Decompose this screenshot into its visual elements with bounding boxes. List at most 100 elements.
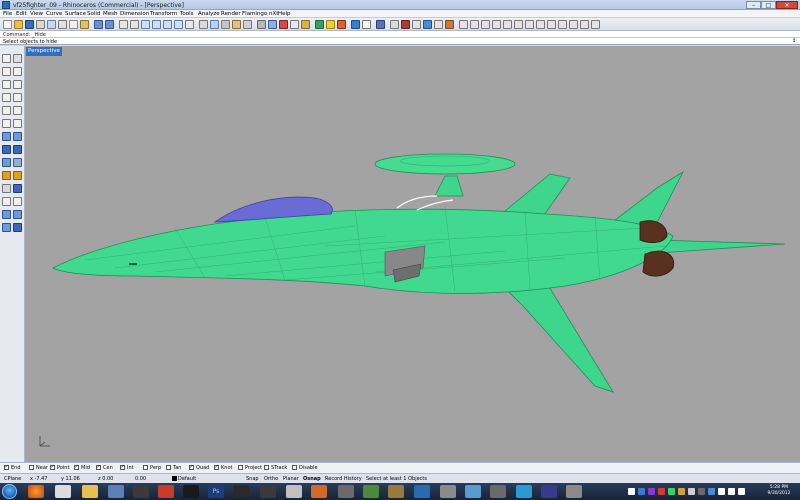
tray-antivirus-icon[interactable] xyxy=(658,488,665,495)
minimize-button[interactable]: – xyxy=(746,1,761,9)
perspective-viewport[interactable]: Perspective xyxy=(25,46,800,462)
menu-surface[interactable]: Surface xyxy=(65,11,86,17)
menu-solid[interactable]: Solid xyxy=(87,11,100,17)
import-icon[interactable] xyxy=(47,20,56,29)
boolean-difference-icon[interactable] xyxy=(13,171,22,180)
circle-icon[interactable] xyxy=(2,93,11,102)
curve-tool-icon[interactable] xyxy=(459,20,468,29)
photoshop-taskbar-icon[interactable]: Ps xyxy=(208,485,224,498)
tray-app-icon-6[interactable] xyxy=(708,488,715,495)
mirror-icon[interactable] xyxy=(2,223,11,232)
grid-icon[interactable] xyxy=(210,20,219,29)
powerpoint-taskbar-icon[interactable] xyxy=(311,485,327,498)
tray-app-icon-3[interactable] xyxy=(678,488,685,495)
zoom-extents-icon[interactable] xyxy=(163,20,172,29)
render-icon[interactable] xyxy=(279,20,288,29)
status-planar[interactable]: Planar xyxy=(283,476,299,482)
point-icon[interactable] xyxy=(13,54,22,63)
open-folder-icon[interactable] xyxy=(14,20,23,29)
osnap-near[interactable]: Near xyxy=(29,465,48,472)
join-icon[interactable] xyxy=(13,223,22,232)
paste-icon[interactable] xyxy=(80,20,89,29)
ghosted-icon[interactable] xyxy=(290,20,299,29)
osnap-strack-checkbox[interactable] xyxy=(264,465,269,470)
explorer-taskbar-icon[interactable] xyxy=(82,485,98,498)
copy-object-icon[interactable] xyxy=(13,197,22,206)
menu-transform[interactable]: Transform xyxy=(150,11,177,17)
scale-icon[interactable] xyxy=(13,210,22,219)
text-icon[interactable] xyxy=(13,184,22,193)
boolean-tool-icon[interactable] xyxy=(558,20,567,29)
line-icon[interactable] xyxy=(2,67,11,76)
app-taskbar-icon-9[interactable] xyxy=(490,485,506,498)
osnap-cen-checkbox[interactable] xyxy=(96,464,101,471)
options-icon[interactable] xyxy=(362,20,371,29)
app-taskbar-icon-6[interactable] xyxy=(414,485,430,498)
set-view-icon[interactable] xyxy=(243,20,252,29)
osnap-project[interactable]: Project xyxy=(238,465,262,472)
dimension-icon[interactable] xyxy=(2,184,11,193)
mirror-tool-icon[interactable] xyxy=(547,20,556,29)
maya-taskbar-icon[interactable] xyxy=(183,485,199,498)
split-tool-icon[interactable] xyxy=(591,20,600,29)
rotate-view-icon[interactable] xyxy=(130,20,139,29)
aircraft-model[interactable] xyxy=(25,46,800,462)
tray-app-icon-5[interactable] xyxy=(698,488,705,495)
ellipse-icon[interactable] xyxy=(13,106,22,115)
fuselage[interactable] xyxy=(52,208,674,294)
battery-icon[interactable] xyxy=(728,488,735,495)
app-taskbar-icon-3[interactable] xyxy=(286,485,302,498)
copy-icon[interactable] xyxy=(69,20,78,29)
osnap-mid-checkbox[interactable] xyxy=(74,464,79,471)
menu-mesh[interactable]: Mesh xyxy=(103,11,117,17)
flamingo-render-icon[interactable] xyxy=(390,20,399,29)
surface-tool-icon[interactable] xyxy=(470,20,479,29)
save-icon[interactable] xyxy=(25,20,34,29)
zbrush-taskbar-icon[interactable] xyxy=(133,485,149,498)
menu-dimension[interactable]: Dimension xyxy=(120,11,149,17)
flamingo-editor-icon[interactable] xyxy=(401,20,410,29)
osnap-project-checkbox[interactable] xyxy=(238,465,243,470)
solid-tool-icon[interactable] xyxy=(481,20,490,29)
sketch-taskbar-icon[interactable] xyxy=(158,485,174,498)
osnap-point[interactable]: Point xyxy=(50,464,69,472)
osnap-quad[interactable]: Quad xyxy=(189,464,209,472)
tray-onenote-icon[interactable] xyxy=(648,488,655,495)
app-taskbar-icon-10[interactable] xyxy=(541,485,557,498)
osnap-end-checkbox[interactable] xyxy=(4,464,9,471)
move-icon[interactable] xyxy=(2,197,11,206)
zoom-icon[interactable] xyxy=(141,20,150,29)
app-taskbar-icon-5[interactable] xyxy=(388,485,404,498)
app-taskbar-icon-8[interactable] xyxy=(465,485,481,498)
rectangle-icon[interactable] xyxy=(13,93,22,102)
surface-icon[interactable] xyxy=(2,132,11,141)
osnap-perp-checkbox[interactable] xyxy=(143,465,148,470)
chevron-up-down-icon[interactable]: ↕ xyxy=(790,38,798,44)
osnap-end[interactable]: End xyxy=(4,464,21,472)
help-icon[interactable] xyxy=(376,20,385,29)
rotate-icon[interactable] xyxy=(2,210,11,219)
osnap-knot-checkbox[interactable] xyxy=(214,464,219,471)
dimension-tool-icon[interactable] xyxy=(514,20,523,29)
pan-icon[interactable] xyxy=(119,20,128,29)
menu-curve[interactable]: Curve xyxy=(46,11,62,17)
maximize-button[interactable]: □ xyxy=(761,1,776,9)
skype-taskbar-icon[interactable] xyxy=(516,485,532,498)
sun-icon[interactable] xyxy=(423,20,432,29)
rhino-taskbar-icon[interactable] xyxy=(363,485,379,498)
upper-nozzle[interactable] xyxy=(639,220,668,244)
radome-disk[interactable] xyxy=(374,153,516,175)
osnap-point-checkbox[interactable] xyxy=(50,464,55,471)
status-layer[interactable]: Default xyxy=(172,476,196,482)
status-snap[interactable]: Snap xyxy=(246,476,259,482)
app-taskbar-icon-7[interactable] xyxy=(440,485,456,498)
fillet-curve-icon[interactable] xyxy=(13,119,22,128)
cplane-icon[interactable] xyxy=(232,20,241,29)
lower-wing[interactable] xyxy=(493,277,614,393)
plant-icon[interactable] xyxy=(445,20,454,29)
app-taskbar-icon-4[interactable] xyxy=(338,485,354,498)
osnap-int-checkbox[interactable] xyxy=(120,464,125,471)
layer-icon[interactable] xyxy=(315,20,324,29)
print-icon[interactable] xyxy=(36,20,45,29)
lower-nozzle[interactable] xyxy=(642,250,675,277)
